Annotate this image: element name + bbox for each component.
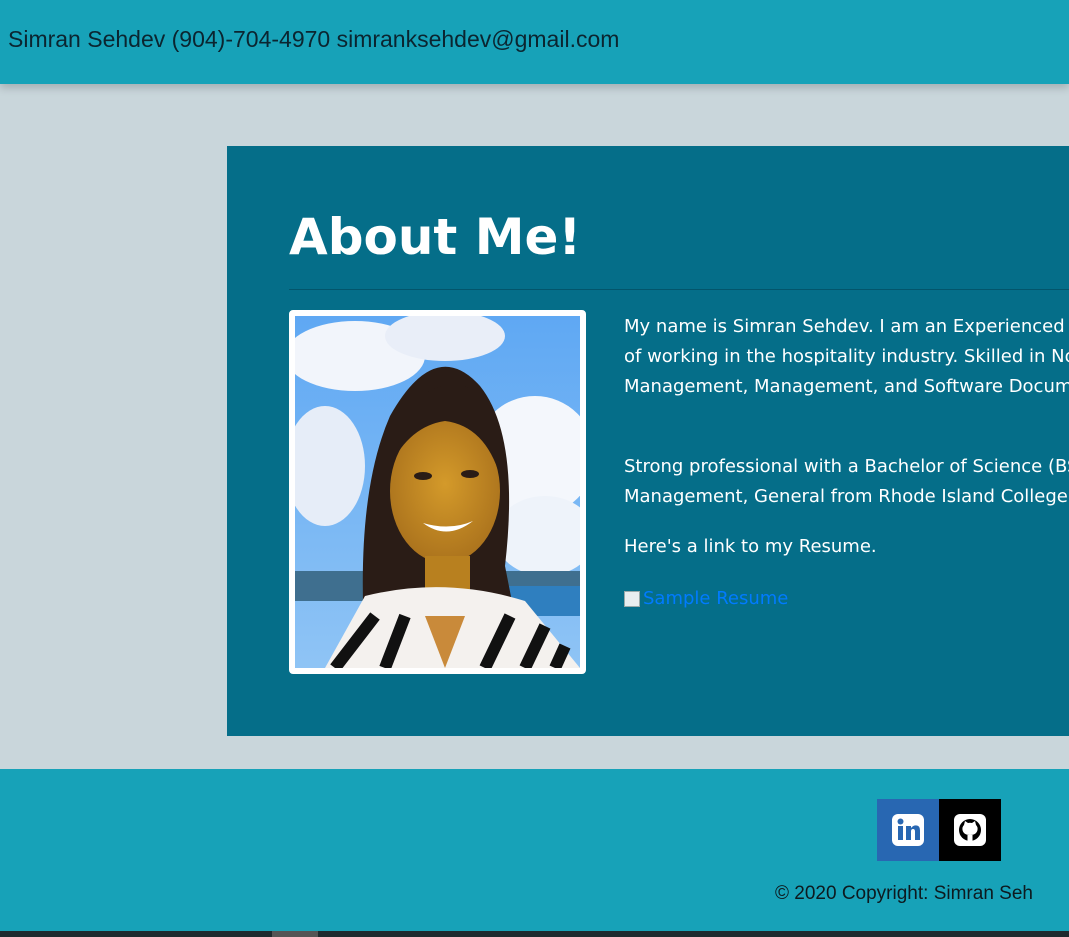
resume-link[interactable]: Sample Resume [624,584,788,614]
bio-line: Management, General from Rhode Island Co… [624,486,1069,507]
copyright-text: © 2020 Copyright: Simran Seh [775,883,1033,904]
about-title: About Me! [289,208,582,266]
broken-image-icon [624,591,640,607]
footer: © 2020 Copyright: Simran Seh [0,769,1069,931]
bio-line: My name is Simran Sehdev. I am an Experi… [624,316,1069,337]
bio-paragraph-1: My name is Simran Sehdev. I am an Experi… [624,312,1069,402]
github-button[interactable] [939,799,1001,861]
bio-line: Strong professional with a Bachelor of S… [624,456,1069,477]
profile-photo [289,310,586,674]
bio-paragraph-2: Strong professional with a Bachelor of S… [624,452,1069,512]
linkedin-button[interactable] [877,799,939,861]
about-section: About Me! My name is Simran Sehdev. I am… [227,146,1069,736]
github-icon [954,814,986,846]
navbar-brand[interactable]: Simran Sehdev (904)-704-4970 simranksehd… [8,26,619,53]
horizontal-scrollbar[interactable] [0,931,1069,937]
section-divider [289,289,1069,290]
bio-paragraph-3: Here's a link to my Resume. [624,532,877,562]
profile-photo-image [295,316,580,668]
resume-link-label: Sample Resume [643,588,789,609]
bio-line: Management, Management, and Software Doc… [624,376,1069,397]
bio-line: of working in the hospitality industry. … [624,346,1069,367]
resume-intro-text: Here's a link to my Resume. [624,536,877,557]
scrollbar-thumb[interactable] [272,931,318,937]
linkedin-icon [892,814,924,846]
top-navbar: Simran Sehdev (904)-704-4970 simranksehd… [0,0,1069,84]
